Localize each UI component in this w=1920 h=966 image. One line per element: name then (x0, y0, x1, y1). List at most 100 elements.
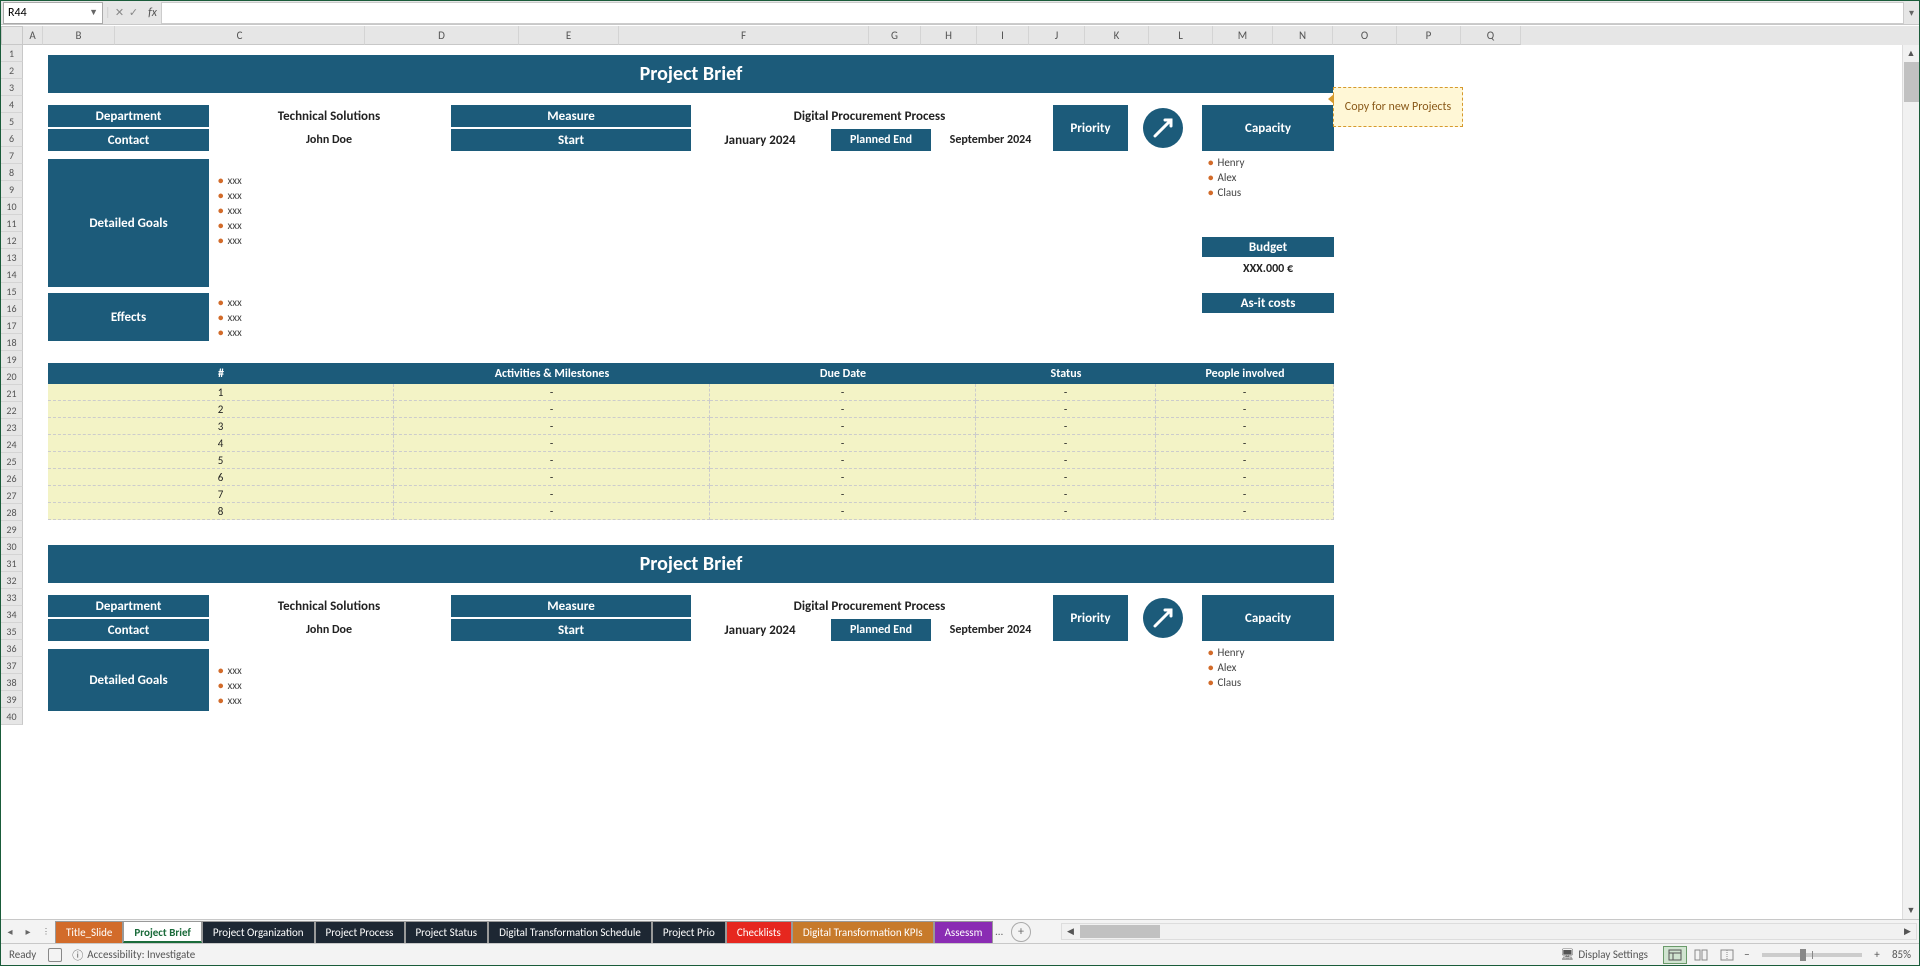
table-cell[interactable]: - (710, 435, 976, 452)
table-cell[interactable]: - (394, 486, 710, 503)
table-cell[interactable]: - (1156, 401, 1334, 418)
table-cell[interactable]: - (976, 452, 1156, 469)
row-header[interactable]: 21 (1, 385, 23, 402)
row-header[interactable]: 32 (1, 572, 23, 589)
budget-value[interactable]: XXX.000 € (1202, 259, 1334, 279)
col-header-E[interactable]: E (519, 26, 619, 45)
row-header[interactable]: 17 (1, 317, 23, 334)
table-cell[interactable]: - (1156, 418, 1334, 435)
sheet-tab[interactable]: Project Brief (123, 921, 202, 943)
row-header[interactable]: 38 (1, 674, 23, 691)
table-row[interactable]: 7---- (48, 486, 1334, 503)
row-header[interactable]: 40 (1, 708, 23, 725)
sheet-tab[interactable]: Digital Transformation KPIs (792, 921, 934, 943)
row-header[interactable]: 29 (1, 521, 23, 538)
table-row[interactable]: 4---- (48, 435, 1334, 452)
col-header-H[interactable]: H (921, 26, 977, 45)
table-cell[interactable]: - (394, 452, 710, 469)
row-header[interactable]: 30 (1, 538, 23, 555)
col-header-F[interactable]: F (619, 26, 869, 45)
table-cell[interactable]: - (1156, 503, 1334, 520)
table-row[interactable]: 6---- (48, 469, 1334, 486)
row-header[interactable]: 4 (1, 96, 23, 113)
hscroll-right-icon[interactable]: ▶ (1899, 926, 1916, 937)
row-header[interactable]: 23 (1, 419, 23, 436)
sheet-tab[interactable]: Checklists (726, 921, 792, 943)
table-cell[interactable]: 1 (48, 384, 394, 401)
view-page-break-icon[interactable] (1715, 946, 1739, 964)
col-activities[interactable]: Activities & Milestones (394, 363, 710, 384)
start-value-2[interactable]: January 2024 (691, 619, 829, 641)
zoom-knob[interactable] (1800, 949, 1806, 961)
table-cell[interactable]: - (1156, 486, 1334, 503)
table-row[interactable]: 5---- (48, 452, 1334, 469)
table-cell[interactable]: - (710, 469, 976, 486)
table-cell[interactable]: 2 (48, 401, 394, 418)
accessibility-icon[interactable]: ⓘ (72, 947, 83, 963)
select-all-corner[interactable] (1, 26, 23, 45)
department-value-2[interactable]: Technical Solutions (209, 595, 449, 617)
row-header[interactable]: 2 (1, 62, 23, 79)
col-header-M[interactable]: M (1213, 26, 1273, 45)
row-header[interactable]: 11 (1, 215, 23, 232)
col-header-C[interactable]: C (115, 26, 365, 45)
row-header[interactable]: 9 (1, 181, 23, 198)
table-cell[interactable]: 7 (48, 486, 394, 503)
col-header-D[interactable]: D (365, 26, 519, 45)
table-cell[interactable]: - (394, 435, 710, 452)
row-header[interactable]: 24 (1, 436, 23, 453)
row-header[interactable]: 19 (1, 351, 23, 368)
contact-value-2[interactable]: John Doe (209, 619, 449, 641)
display-settings-label[interactable]: Display Settings (1578, 948, 1648, 961)
col-header-A[interactable]: A (23, 26, 43, 45)
formula-expand-icon[interactable]: ▾ (1903, 2, 1919, 24)
table-cell[interactable]: - (394, 384, 710, 401)
cells[interactable]: Project Brief Department Technical Solut… (23, 45, 1919, 919)
contact-value[interactable]: John Doe (209, 129, 449, 151)
table-cell[interactable]: - (710, 503, 976, 520)
col-header-L[interactable]: L (1149, 26, 1213, 45)
hscroll-left-icon[interactable]: ◀ (1062, 926, 1079, 937)
table-cell[interactable]: - (710, 486, 976, 503)
col-header-I[interactable]: I (977, 26, 1029, 45)
zoom-out-button[interactable]: − (1740, 948, 1754, 961)
col-status[interactable]: Status (976, 363, 1156, 384)
row-header[interactable]: 39 (1, 691, 23, 708)
row-header[interactable]: 18 (1, 334, 23, 351)
col-people[interactable]: People involved (1156, 363, 1334, 384)
tab-overflow-icon[interactable]: … (993, 925, 1005, 938)
row-header[interactable]: 36 (1, 640, 23, 657)
col-header-G[interactable]: G (869, 26, 921, 45)
table-cell[interactable]: - (976, 503, 1156, 520)
table-cell[interactable]: - (976, 384, 1156, 401)
cancel-icon[interactable]: ✕ (113, 6, 127, 19)
row-header[interactable]: 34 (1, 606, 23, 623)
tab-nav-menu-icon[interactable]: ⋮ (37, 927, 55, 937)
planned-end-value-2[interactable]: September 2024 (933, 619, 1048, 641)
table-row[interactable]: 8---- (48, 503, 1334, 520)
horizontal-scrollbar[interactable]: ◀ ▶ (1061, 923, 1917, 940)
sheet-tab[interactable]: Project Organization (202, 921, 315, 943)
row-header[interactable]: 37 (1, 657, 23, 674)
view-page-layout-icon[interactable] (1689, 946, 1713, 964)
table-cell[interactable]: - (394, 401, 710, 418)
table-row[interactable]: 2---- (48, 401, 1334, 418)
hscroll-thumb[interactable] (1080, 925, 1160, 938)
zoom-level[interactable]: 85% (1892, 948, 1911, 961)
tab-nav-next-icon[interactable]: ▸ (19, 925, 37, 938)
table-cell[interactable]: - (976, 401, 1156, 418)
row-header[interactable]: 16 (1, 300, 23, 317)
col-number[interactable]: # (48, 363, 394, 384)
sheet-tab[interactable]: Title_Slide (55, 921, 123, 943)
table-cell[interactable]: 5 (48, 452, 394, 469)
table-cell[interactable]: - (710, 401, 976, 418)
row-header[interactable]: 31 (1, 555, 23, 572)
row-header[interactable]: 12 (1, 232, 23, 249)
row-header[interactable]: 10 (1, 198, 23, 215)
row-header[interactable]: 3 (1, 79, 23, 96)
measure-value-2[interactable]: Digital Procurement Process (691, 595, 1048, 617)
row-header[interactable]: 13 (1, 249, 23, 266)
detailed-goals-list-2[interactable]: •xxx•xxx•xxx (218, 663, 918, 708)
table-cell[interactable]: - (710, 384, 976, 401)
display-settings-icon[interactable]: 🖥 (1560, 948, 1574, 961)
